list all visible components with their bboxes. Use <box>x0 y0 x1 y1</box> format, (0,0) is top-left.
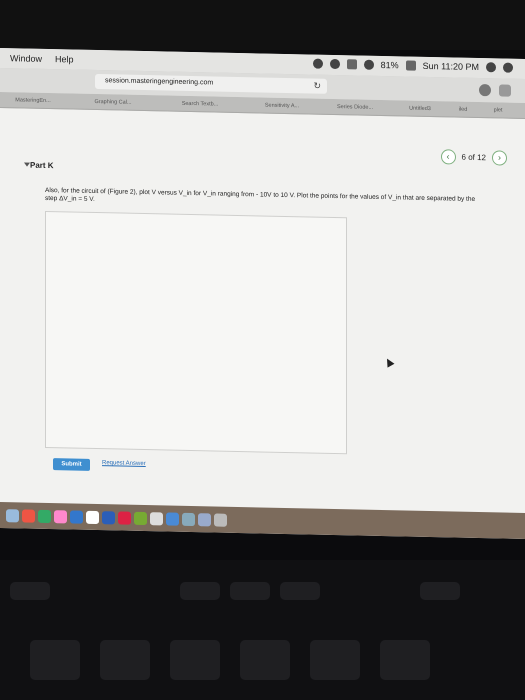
monitor-bezel-top <box>0 0 525 50</box>
extension-icon[interactable] <box>479 84 491 97</box>
menu-help[interactable]: Help <box>55 54 74 64</box>
previous-icon[interactable]: ‹ <box>440 149 456 165</box>
next-icon[interactable]: › <box>492 150 507 166</box>
tab-mastering[interactable]: MasteringEn... <box>2 94 64 107</box>
question-text: Also, for the circuit of (Figure 2), plo… <box>45 186 476 203</box>
app-store-icon[interactable] <box>70 509 83 524</box>
tab-sensitivity[interactable]: Sensitivity A... <box>244 99 320 113</box>
key-esc <box>10 582 50 600</box>
mouse-cursor-icon <box>383 356 395 368</box>
screen: Window Help 81% Sun 11:20 PM session.mas… <box>0 48 525 539</box>
preview-icon[interactable] <box>150 511 163 525</box>
sync-icon[interactable] <box>329 58 340 70</box>
window-thumb-1[interactable] <box>166 511 179 526</box>
pager: ‹ 6 of 12 › <box>440 149 507 166</box>
tab-series-diode[interactable]: Series Diode... <box>318 101 392 115</box>
url-text: session.masteringengineering.com <box>105 77 214 87</box>
finder-icon[interactable] <box>6 508 19 522</box>
window-thumb-2[interactable] <box>182 512 195 526</box>
tab-graphing[interactable]: Graphing Cal... <box>72 96 154 110</box>
tab-plet[interactable]: plet <box>478 104 518 117</box>
key-7 <box>170 640 220 680</box>
key-6 <box>100 640 150 680</box>
reload-icon[interactable]: ↻ <box>313 81 321 92</box>
gmail-icon[interactable] <box>312 58 323 69</box>
key-9 <box>310 640 360 680</box>
powerpoint-icon[interactable] <box>118 510 131 525</box>
key-5 <box>30 640 80 680</box>
itunes-icon[interactable] <box>86 510 99 524</box>
tab-search[interactable]: Search Textb... <box>160 97 240 111</box>
status-area: 81% Sun 11:20 PM <box>312 58 513 73</box>
menu-window[interactable]: Window <box>10 53 42 64</box>
photos-icon[interactable] <box>54 509 67 523</box>
trash-icon[interactable] <box>214 512 227 527</box>
airplay-icon[interactable] <box>346 59 357 70</box>
key-f9 <box>280 582 320 600</box>
part-title[interactable]: Part K <box>30 161 54 170</box>
wifi-icon[interactable] <box>363 59 374 70</box>
battery-percent: 81% <box>380 59 399 71</box>
app-icon-1[interactable] <box>22 508 35 523</box>
dock <box>0 502 525 539</box>
siri-icon[interactable] <box>503 62 513 73</box>
submit-button[interactable]: Submit <box>53 458 90 471</box>
onenote-icon[interactable] <box>134 511 147 525</box>
search-icon[interactable] <box>486 62 496 73</box>
share-icon[interactable] <box>499 84 511 97</box>
clock[interactable]: Sun 11:20 PM <box>423 61 479 72</box>
key-f7 <box>180 582 220 600</box>
app-icon-2[interactable] <box>38 509 51 523</box>
tab-untitled3[interactable]: Untitled3 <box>392 102 448 115</box>
request-answer-link[interactable]: Request Answer <box>102 460 146 467</box>
key-8 <box>240 640 290 680</box>
word-icon[interactable] <box>102 510 115 524</box>
battery-icon[interactable] <box>405 60 416 71</box>
address-bar[interactable]: session.masteringengineering.com ↻ <box>95 73 327 94</box>
key-0 <box>380 640 430 680</box>
key-f12 <box>420 582 460 600</box>
plot-canvas[interactable] <box>45 210 347 455</box>
key-f8 <box>230 582 270 600</box>
window-thumb-3[interactable] <box>198 512 211 526</box>
keyboard <box>0 560 525 700</box>
pager-text: 6 of 12 <box>461 152 486 163</box>
tab-iled[interactable]: iled <box>448 103 478 116</box>
